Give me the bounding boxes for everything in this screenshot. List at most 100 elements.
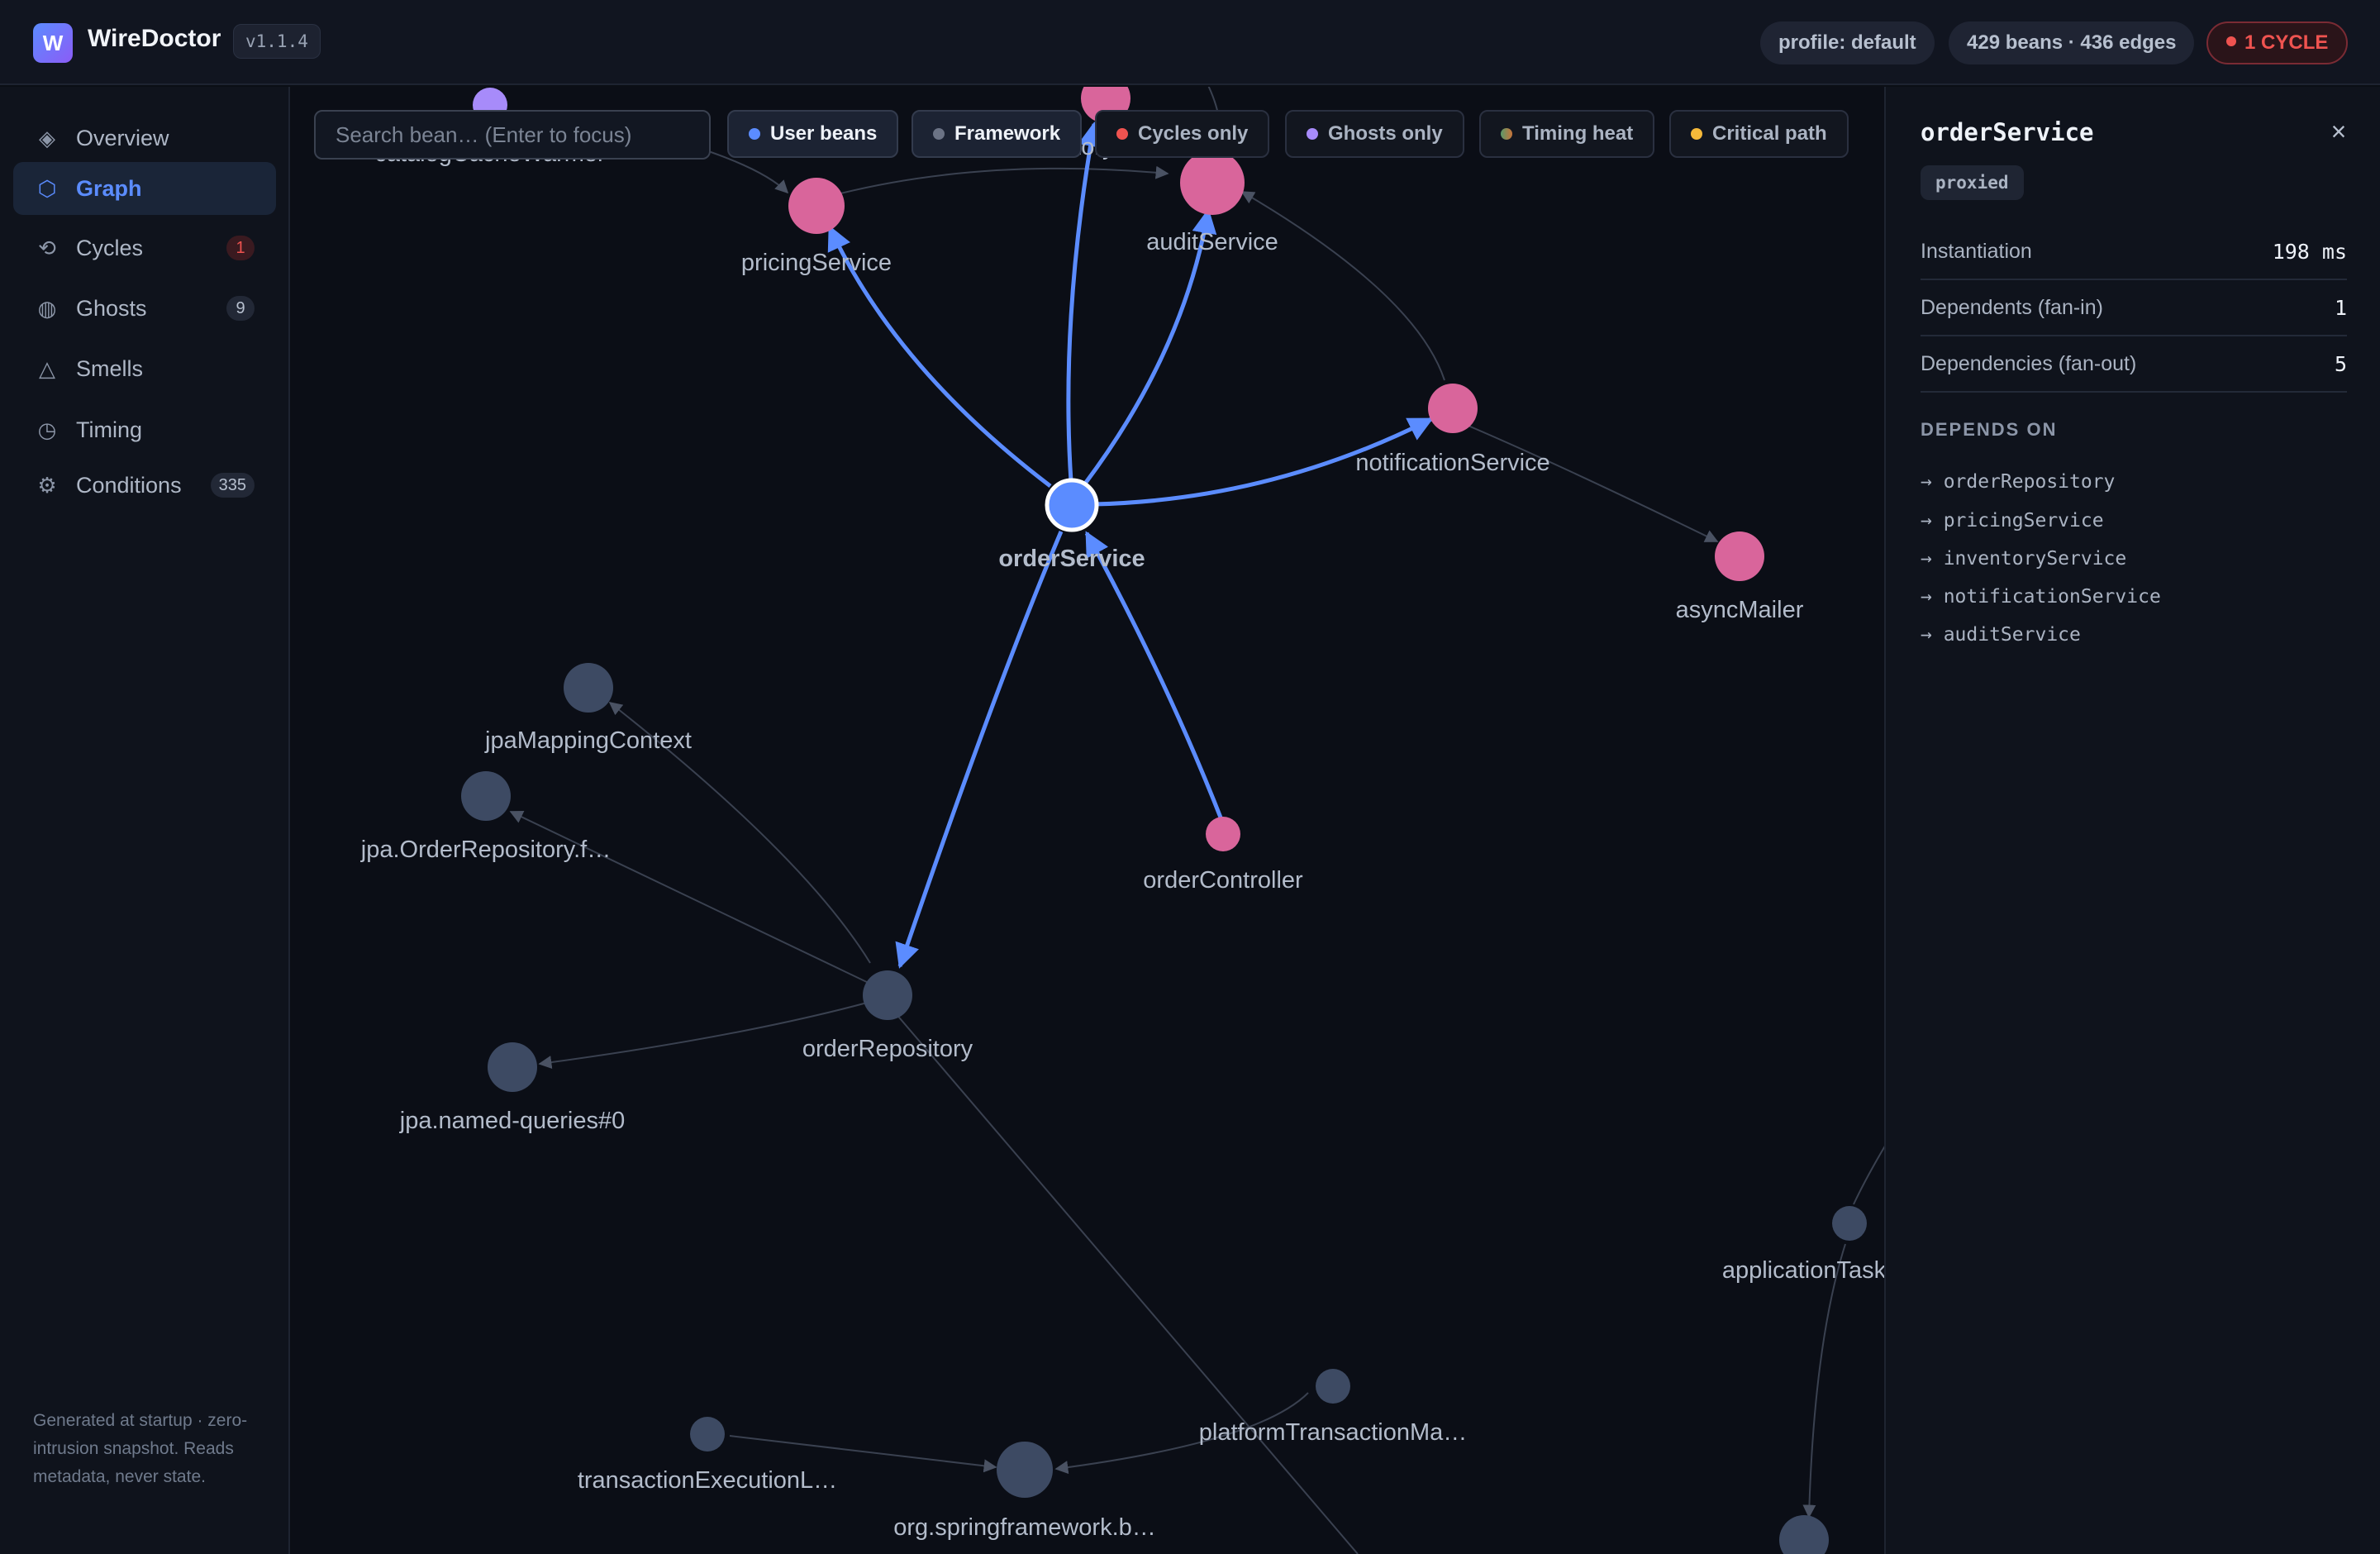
sidebar-item-ghosts[interactable]: ◍ Ghosts 9	[13, 282, 276, 335]
sidebar-item-smells[interactable]: △ Smells	[13, 342, 276, 395]
filter-chip-timing-heat[interactable]: Timing heat	[1479, 110, 1655, 158]
edge-notification-asyncmailer	[1448, 417, 1719, 542]
top-header: W WireDoctor v1.1.4 profile: default 429…	[0, 0, 2380, 85]
dependency-graph[interactable]: catalogCacheWarmer inventoryService pric…	[292, 87, 1884, 1554]
node-label-notificationservice: notificationService	[1355, 450, 1549, 476]
sidebar-item-label: Timing	[76, 417, 143, 442]
bean-detail-panel: orderService × proxied Instantiation 198…	[1884, 87, 2380, 1554]
filter-chip-critical-path[interactable]: Critical path	[1669, 110, 1849, 158]
node-asyncmailer[interactable]	[1715, 532, 1764, 581]
node-applicationtask[interactable]	[1832, 1206, 1867, 1241]
stat-row-fan-out: Dependencies (fan-out) 5	[1921, 336, 2347, 393]
chip-label: Framework	[954, 122, 1061, 145]
stat-label: Instantiation	[1921, 239, 2032, 263]
cycle-badge[interactable]: 1 CYCLE	[2206, 21, 2349, 64]
edge-controller-order	[1084, 531, 1225, 822]
critical-path-dot-icon	[1691, 128, 1702, 140]
node-jpanamedqueries[interactable]	[488, 1042, 537, 1092]
dependency-link[interactable]: → orderRepository	[1921, 471, 2115, 493]
node-label-jpanamedqueries: jpa.named-queries#0	[399, 1108, 625, 1134]
edge-notification-audit	[1240, 191, 1445, 381]
filter-chip-user-beans[interactable]: User beans	[727, 110, 899, 158]
graph-canvas[interactable]: catalogCacheWarmer inventoryService pric…	[292, 87, 1884, 1554]
sidebar-item-label: Cycles	[76, 235, 144, 260]
edge-txexec-orgspring	[729, 1435, 997, 1473]
node-orderrepository[interactable]	[863, 970, 912, 1020]
edge-offscreen-apptask	[1853, 1146, 1884, 1205]
dependency-link[interactable]: → notificationService	[1921, 586, 2161, 608]
node-label-orderrepository: orderRepository	[802, 1036, 973, 1062]
sidebar-item-timing[interactable]: ◷ Timing	[13, 403, 276, 456]
node-label-orgspringframework: org.springframework.b…	[893, 1514, 1156, 1541]
timing-heat-dot-icon	[1501, 128, 1512, 140]
node-platformtransactionmanager[interactable]	[1316, 1369, 1350, 1404]
sidebar-item-label: Ghosts	[76, 295, 147, 321]
node-orgspringframework[interactable]	[997, 1442, 1053, 1498]
diamond-icon: ◈	[39, 125, 55, 150]
edge-order-inventory	[1066, 122, 1103, 482]
ghost-circle-icon: ◍	[37, 295, 57, 321]
sidebar-footer-note: Generated at startup · zero-intrusion sn…	[33, 1411, 248, 1486]
node-jpamappingcontext[interactable]	[564, 663, 613, 713]
filter-chip-framework[interactable]: Framework	[912, 110, 1083, 158]
graph-nodes[interactable]: catalogCacheWarmer inventoryService pric…	[360, 87, 1884, 1554]
chip-label: User beans	[770, 122, 878, 145]
framework-dot-icon	[933, 128, 945, 140]
sidebar-item-label: Smells	[76, 355, 144, 381]
dependency-link[interactable]: → auditService	[1921, 624, 2081, 646]
app-name: WireDoctor	[88, 25, 221, 52]
sidebar-item-conditions[interactable]: ⚙ Conditions 335	[13, 459, 276, 512]
node-label-jpamappingcontext: jpaMappingContext	[484, 727, 692, 754]
node-label-jpaorderrepository: jpa.OrderRepository.f…	[360, 837, 611, 863]
sidebar-item-label: Overview	[76, 125, 169, 150]
hexagon-icon: ⬡	[37, 175, 57, 201]
edge-order-orderrepo	[895, 531, 1064, 969]
stat-row-fan-in: Dependents (fan-in) 1	[1921, 280, 2347, 336]
stats-pill: 429 beans · 436 edges	[1949, 21, 2195, 64]
cycles-count-badge: 1	[226, 236, 255, 260]
conditions-count-badge: 335	[210, 473, 255, 498]
stat-row-instantiation: Instantiation 198 ms	[1921, 224, 2347, 280]
node-label-platformtransactionmanager: platformTransactionMa…	[1199, 1419, 1467, 1446]
close-icon[interactable]: ×	[2322, 115, 2355, 148]
node-label-applicationtask: applicationTask	[1722, 1257, 1884, 1284]
sidebar-item-graph[interactable]: ⬡ Graph	[13, 162, 276, 215]
gear-icon: ⚙	[37, 472, 57, 498]
bean-search-input[interactable]	[314, 110, 711, 160]
node-ordercontroller[interactable]	[1206, 817, 1240, 851]
dependency-link[interactable]: → pricingService	[1921, 510, 2104, 532]
filter-chip-ghosts-only[interactable]: Ghosts only	[1285, 110, 1464, 158]
node-label-orderservice: orderService	[998, 546, 1145, 572]
node-bottom-unlabeled[interactable]	[1779, 1515, 1829, 1554]
cycle-badge-label: 1 CYCLE	[2244, 31, 2329, 54]
cycle-dot-icon	[2226, 36, 2236, 46]
sidebar-item-cycles[interactable]: ⟲ Cycles 1	[13, 222, 276, 274]
triangle-warning-icon: △	[39, 355, 55, 381]
framework-edges	[509, 87, 1884, 1554]
sidebar-item-label: Conditions	[76, 472, 182, 498]
user-beans-dot-icon	[749, 128, 760, 140]
chip-label: Timing heat	[1522, 122, 1634, 145]
sidebar-item-overview[interactable]: ◈ Overview	[13, 112, 276, 164]
node-pricingservice[interactable]	[788, 178, 845, 234]
edge-orderrepo-offscreen	[894, 1012, 1359, 1554]
node-jpaorderrepository[interactable]	[461, 771, 511, 821]
node-orderservice-selected[interactable]	[1045, 478, 1099, 532]
sidebar: ◈ Overview ⬡ Graph ⟲ Cycles 1 ◍ Ghosts 9…	[0, 87, 290, 1554]
profile-pill: profile: default	[1760, 21, 1935, 64]
stat-value: 1	[2334, 295, 2347, 320]
depends-on-heading: DEPENDS ON	[1921, 419, 2058, 440]
node-label-auditservice: auditService	[1146, 229, 1278, 255]
proxied-tag: proxied	[1921, 165, 2024, 200]
cycle-arrow-icon: ⟲	[38, 235, 56, 260]
node-label-pricingservice: pricingService	[741, 250, 892, 276]
node-transactionexecutionlistener[interactable]	[690, 1417, 725, 1452]
node-notificationservice[interactable]	[1428, 384, 1478, 433]
filter-chip-cycles-only[interactable]: Cycles only	[1095, 110, 1270, 158]
node-auditservice[interactable]	[1180, 150, 1245, 215]
cycles-dot-icon	[1116, 128, 1128, 140]
ghosts-dot-icon	[1307, 128, 1318, 140]
chip-label: Cycles only	[1138, 122, 1249, 145]
dependency-link[interactable]: → inventoryService	[1921, 548, 2126, 570]
sidebar-item-label: Graph	[76, 175, 142, 201]
